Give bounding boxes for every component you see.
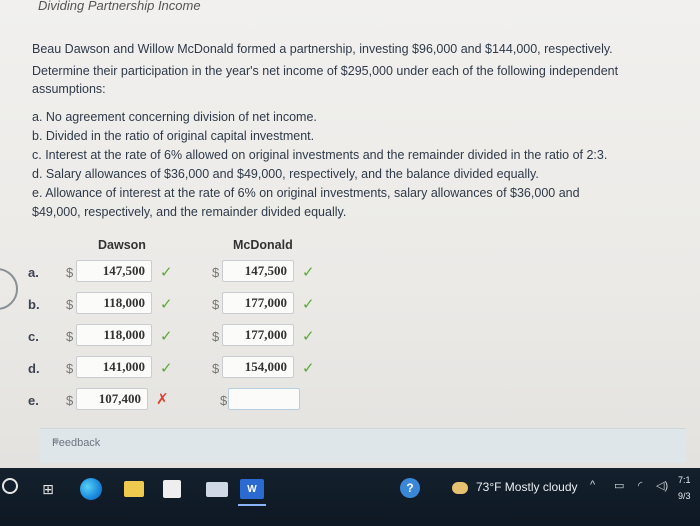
battery-icon[interactable]: ▭ [614, 479, 624, 492]
task-view-icon[interactable]: ⊞ [38, 478, 58, 500]
correct-check-icon: ✓ [302, 264, 315, 281]
column-header-mcdonald: McDonald [233, 238, 293, 252]
currency-sign: $ [66, 297, 74, 312]
correct-check-icon: ✓ [160, 360, 173, 377]
mcdonald-amount-input[interactable]: 177,000 [222, 324, 294, 346]
correct-check-icon: ✓ [160, 296, 173, 313]
row-label: b. [28, 297, 40, 312]
mcdonald-amount-input[interactable]: 147,500 [222, 260, 294, 282]
correct-check-icon: ✓ [160, 264, 173, 281]
mail-icon[interactable] [206, 482, 228, 497]
clock-date: 9/3 [678, 491, 691, 501]
incorrect-x-icon: ✗ [156, 391, 169, 408]
feedback-panel[interactable]: Feedback ▼ [40, 428, 686, 463]
start-search-icon[interactable] [2, 478, 18, 494]
mcdonald-amount-input[interactable] [228, 388, 300, 410]
correct-check-icon: ✓ [302, 360, 315, 377]
answer-row-d: d. $ 141,000 ✓ $ 154,000 ✓ [0, 356, 700, 382]
row-label: a. [28, 265, 39, 280]
dawson-amount-input[interactable]: 118,000 [76, 292, 152, 314]
assumption-a: a. No agreement concerning division of n… [32, 110, 317, 124]
currency-sign: $ [66, 329, 74, 344]
answer-row-a: a. $ 147,500 ✓ $ 147,500 ✓ [0, 260, 700, 286]
currency-sign: $ [66, 361, 74, 376]
collapse-caret-icon[interactable]: ▼ [52, 437, 676, 447]
chevron-up-icon[interactable]: ^ [590, 479, 595, 491]
assumption-e-continued: $49,000, respectively, and the remainder… [32, 205, 347, 219]
wifi-icon[interactable]: ◜ [638, 479, 642, 492]
active-app-indicator [238, 504, 266, 506]
weather-cloud-icon[interactable] [452, 482, 468, 494]
answer-row-c: c. $ 118,000 ✓ $ 177,000 ✓ [0, 324, 700, 350]
currency-sign: $ [66, 265, 74, 280]
problem-intro: Beau Dawson and Willow McDonald formed a… [32, 42, 613, 56]
dawson-amount-input[interactable]: 107,400 [76, 388, 148, 410]
dawson-amount-input[interactable]: 118,000 [76, 324, 152, 346]
currency-sign: $ [212, 265, 220, 280]
assumption-d: d. Salary allowances of $36,000 and $49,… [32, 167, 539, 181]
answer-row-b: b. $ 118,000 ✓ $ 177,000 ✓ [0, 292, 700, 318]
assumption-e: e. Allowance of interest at the rate of … [32, 186, 580, 200]
store-icon[interactable] [163, 480, 181, 498]
volume-icon[interactable]: ◁) [656, 479, 668, 492]
weather-status[interactable]: 73°F Mostly cloudy [476, 480, 578, 494]
row-label: e. [28, 393, 39, 408]
dawson-amount-input[interactable]: 141,000 [76, 356, 152, 378]
file-explorer-icon[interactable] [124, 481, 144, 497]
assumption-list: a. No agreement concerning division of n… [32, 108, 692, 222]
currency-sign: $ [212, 329, 220, 344]
currency-sign: $ [220, 393, 228, 408]
answer-row-e: e. $ 107,400 ✗ $ [0, 388, 700, 414]
currency-sign: $ [212, 361, 220, 376]
mcdonald-amount-input[interactable]: 177,000 [222, 292, 294, 314]
clock-time: 7:1 [678, 475, 691, 485]
currency-sign: $ [66, 393, 74, 408]
assumption-b: b. Divided in the ratio of original capi… [32, 129, 315, 143]
correct-check-icon: ✓ [302, 328, 315, 345]
assumption-c: c. Interest at the rate of 6% allowed on… [32, 148, 608, 162]
mcdonald-amount-input[interactable]: 154,000 [222, 356, 294, 378]
row-label: d. [28, 361, 40, 376]
assignment-page: Dividing Partnership Income Beau Dawson … [0, 0, 700, 468]
system-clock[interactable]: 7:1 9/3 [678, 472, 691, 504]
column-header-dawson: Dawson [98, 238, 146, 252]
page-title: Dividing Partnership Income [38, 0, 201, 13]
help-icon[interactable]: ? [400, 478, 420, 498]
correct-check-icon: ✓ [160, 328, 173, 345]
dawson-amount-input[interactable]: 147,500 [76, 260, 152, 282]
correct-check-icon: ✓ [302, 296, 315, 313]
word-app-icon[interactable]: W [240, 479, 264, 499]
edge-browser-icon[interactable] [80, 478, 102, 500]
problem-prompt: Determine their participation in the yea… [32, 64, 619, 96]
windows-taskbar: ⊞ W ? 73°F Mostly cloudy ^ ▭ ◜ ◁) 7:1 9/… [0, 468, 700, 526]
currency-sign: $ [212, 297, 220, 312]
row-label: c. [28, 329, 39, 344]
